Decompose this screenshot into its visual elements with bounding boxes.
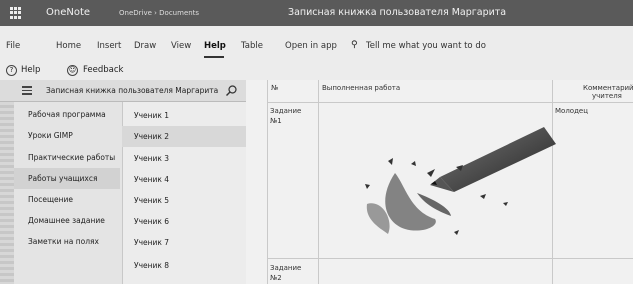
navigation-header: Записная книжка пользователя Маргарита bbox=[0, 80, 246, 102]
section-item[interactable]: Заметки на полях bbox=[14, 231, 120, 252]
section-item[interactable]: Домашнее задание bbox=[14, 210, 120, 231]
page-item[interactable]: Ученик 7 bbox=[122, 232, 246, 253]
notebook-strip bbox=[0, 102, 14, 284]
menu-view[interactable]: View bbox=[171, 41, 191, 51]
active-tab-indicator bbox=[204, 56, 224, 58]
app-name[interactable]: OneNote bbox=[46, 7, 90, 18]
menu-home[interactable]: Home bbox=[56, 41, 81, 51]
help-button[interactable]: Help bbox=[21, 65, 40, 75]
menu-draw[interactable]: Draw bbox=[134, 41, 156, 51]
help-toolbar: ? Help ☺ Feedback bbox=[0, 64, 633, 80]
smiley-icon[interactable]: ☺ bbox=[67, 65, 78, 76]
menu-help[interactable]: Help bbox=[204, 41, 226, 51]
hamburger-icon[interactable] bbox=[22, 86, 32, 95]
lightbulb-icon: ⚲ bbox=[351, 40, 358, 50]
notebook-name[interactable]: Записная книжка пользователя Маргарита bbox=[46, 86, 218, 95]
menu-insert[interactable]: Insert bbox=[97, 41, 121, 51]
tell-me-search[interactable]: Tell me what you want to do bbox=[366, 41, 486, 51]
breadcrumb[interactable]: OneDrive › Documents bbox=[119, 9, 199, 17]
column-header-comment: учителя bbox=[592, 92, 622, 100]
table-border bbox=[267, 258, 633, 259]
page-item[interactable]: Ученик 8 bbox=[122, 255, 246, 276]
column-header-work: Выполненная работа bbox=[322, 84, 401, 92]
menu-table[interactable]: Table bbox=[241, 41, 263, 51]
table-border bbox=[267, 80, 268, 284]
section-item[interactable]: Рабочая программа bbox=[14, 104, 120, 125]
table-border bbox=[318, 80, 319, 284]
column-header-number: № bbox=[271, 84, 279, 92]
table-border bbox=[267, 102, 633, 103]
page-item-selected[interactable]: Ученик 2 bbox=[122, 126, 246, 147]
pencil-shavings-image[interactable] bbox=[330, 125, 556, 243]
table-cell-task[interactable]: Задание bbox=[270, 263, 301, 273]
open-in-app-button[interactable]: Open in app bbox=[285, 41, 337, 51]
ribbon-menu: File Home Insert Draw View Help Table Op… bbox=[0, 26, 633, 64]
feedback-button[interactable]: Feedback bbox=[83, 65, 123, 75]
section-item[interactable]: Уроки GIMP bbox=[14, 125, 120, 146]
section-item-selected[interactable]: Работы учащихся bbox=[14, 168, 120, 189]
search-icon[interactable] bbox=[225, 84, 238, 97]
section-item[interactable]: Посещение bbox=[14, 189, 120, 210]
section-item[interactable]: Практические работы bbox=[14, 147, 120, 168]
page-item[interactable]: Ученик 4 bbox=[122, 169, 246, 190]
app-launcher-icon[interactable] bbox=[10, 7, 22, 19]
table-cell-task[interactable]: №1 bbox=[270, 116, 282, 126]
page-item[interactable]: Ученик 3 bbox=[122, 148, 246, 169]
help-icon[interactable]: ? bbox=[6, 65, 17, 76]
page-item[interactable]: Ученик 6 bbox=[122, 211, 246, 232]
window-title: Записная книжка пользователя Маргарита bbox=[288, 7, 507, 18]
table-cell-task[interactable]: Задание bbox=[270, 106, 301, 116]
page-item[interactable]: Ученик 1 bbox=[122, 105, 246, 126]
table-cell-comment[interactable]: Молодец bbox=[555, 106, 588, 116]
column-header-comment: Комментарий bbox=[583, 84, 633, 92]
page-item[interactable]: Ученик 5 bbox=[122, 190, 246, 211]
title-bar: OneNote OneDrive › Documents Записная кн… bbox=[0, 0, 633, 26]
table-cell-task[interactable]: №2 bbox=[270, 273, 282, 283]
menu-file[interactable]: File bbox=[6, 41, 20, 51]
